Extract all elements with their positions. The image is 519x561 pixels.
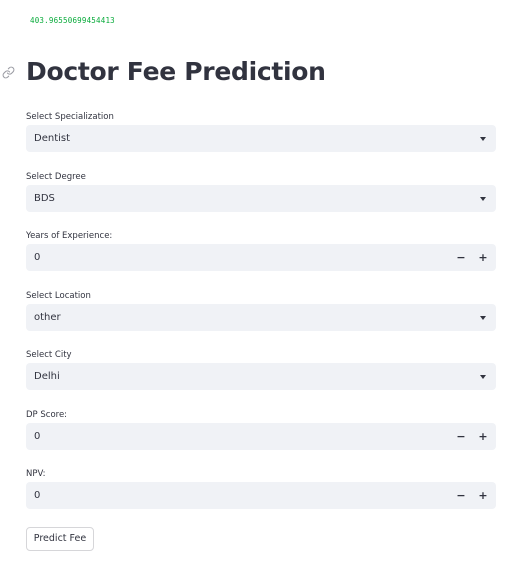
dp-score-label: DP Score: bbox=[26, 410, 68, 420]
dp-score-value[interactable]: 0 bbox=[34, 423, 40, 450]
experience-label: Years of Experience: bbox=[26, 231, 113, 241]
location-label: Select Location bbox=[26, 291, 91, 301]
specialization-value: Dentist bbox=[34, 133, 71, 144]
degree-label: Select Degree bbox=[26, 172, 86, 182]
experience-increment-button[interactable]: + bbox=[474, 248, 492, 267]
chevron-down-icon bbox=[480, 316, 486, 320]
page-header: Doctor Fee Prediction bbox=[0, 54, 519, 90]
location-select[interactable]: other bbox=[26, 304, 496, 331]
debug-output-text: 403.96550699454413 bbox=[30, 16, 115, 25]
specialization-label: Select Specialization bbox=[26, 112, 114, 122]
degree-select[interactable]: BDS bbox=[26, 185, 496, 212]
dp-score-increment-button[interactable]: + bbox=[474, 427, 492, 446]
chevron-down-icon bbox=[480, 375, 486, 379]
experience-decrement-button[interactable]: − bbox=[452, 248, 470, 267]
link-icon[interactable] bbox=[2, 64, 15, 79]
degree-field: Select Degree BDS bbox=[26, 171, 496, 212]
predict-fee-button[interactable]: Predict Fee bbox=[26, 527, 94, 551]
dp-score-field: DP Score: 0 − + bbox=[26, 409, 496, 450]
npv-field: NPV: 0 − + bbox=[26, 468, 496, 509]
chevron-down-icon bbox=[480, 197, 486, 201]
npv-label: NPV: bbox=[26, 469, 46, 479]
experience-number-input[interactable]: 0 − + bbox=[26, 244, 496, 271]
degree-value: BDS bbox=[34, 193, 55, 204]
page-title: Doctor Fee Prediction bbox=[26, 57, 326, 86]
city-label: Select City bbox=[26, 350, 72, 360]
city-value: Delhi bbox=[34, 371, 60, 382]
npv-increment-button[interactable]: + bbox=[474, 486, 492, 505]
location-field: Select Location other bbox=[26, 290, 496, 331]
location-value: other bbox=[34, 312, 61, 323]
city-select[interactable]: Delhi bbox=[26, 363, 496, 390]
dp-score-decrement-button[interactable]: − bbox=[452, 427, 470, 446]
experience-value[interactable]: 0 bbox=[34, 244, 40, 271]
specialization-field: Select Specialization Dentist bbox=[26, 111, 496, 152]
chevron-down-icon bbox=[480, 137, 486, 141]
city-field: Select City Delhi bbox=[26, 349, 496, 390]
npv-decrement-button[interactable]: − bbox=[452, 486, 470, 505]
npv-number-input[interactable]: 0 − + bbox=[26, 482, 496, 509]
dp-score-number-input[interactable]: 0 − + bbox=[26, 423, 496, 450]
npv-value[interactable]: 0 bbox=[34, 482, 40, 509]
specialization-select[interactable]: Dentist bbox=[26, 125, 496, 152]
experience-field: Years of Experience: 0 − + bbox=[26, 230, 496, 271]
